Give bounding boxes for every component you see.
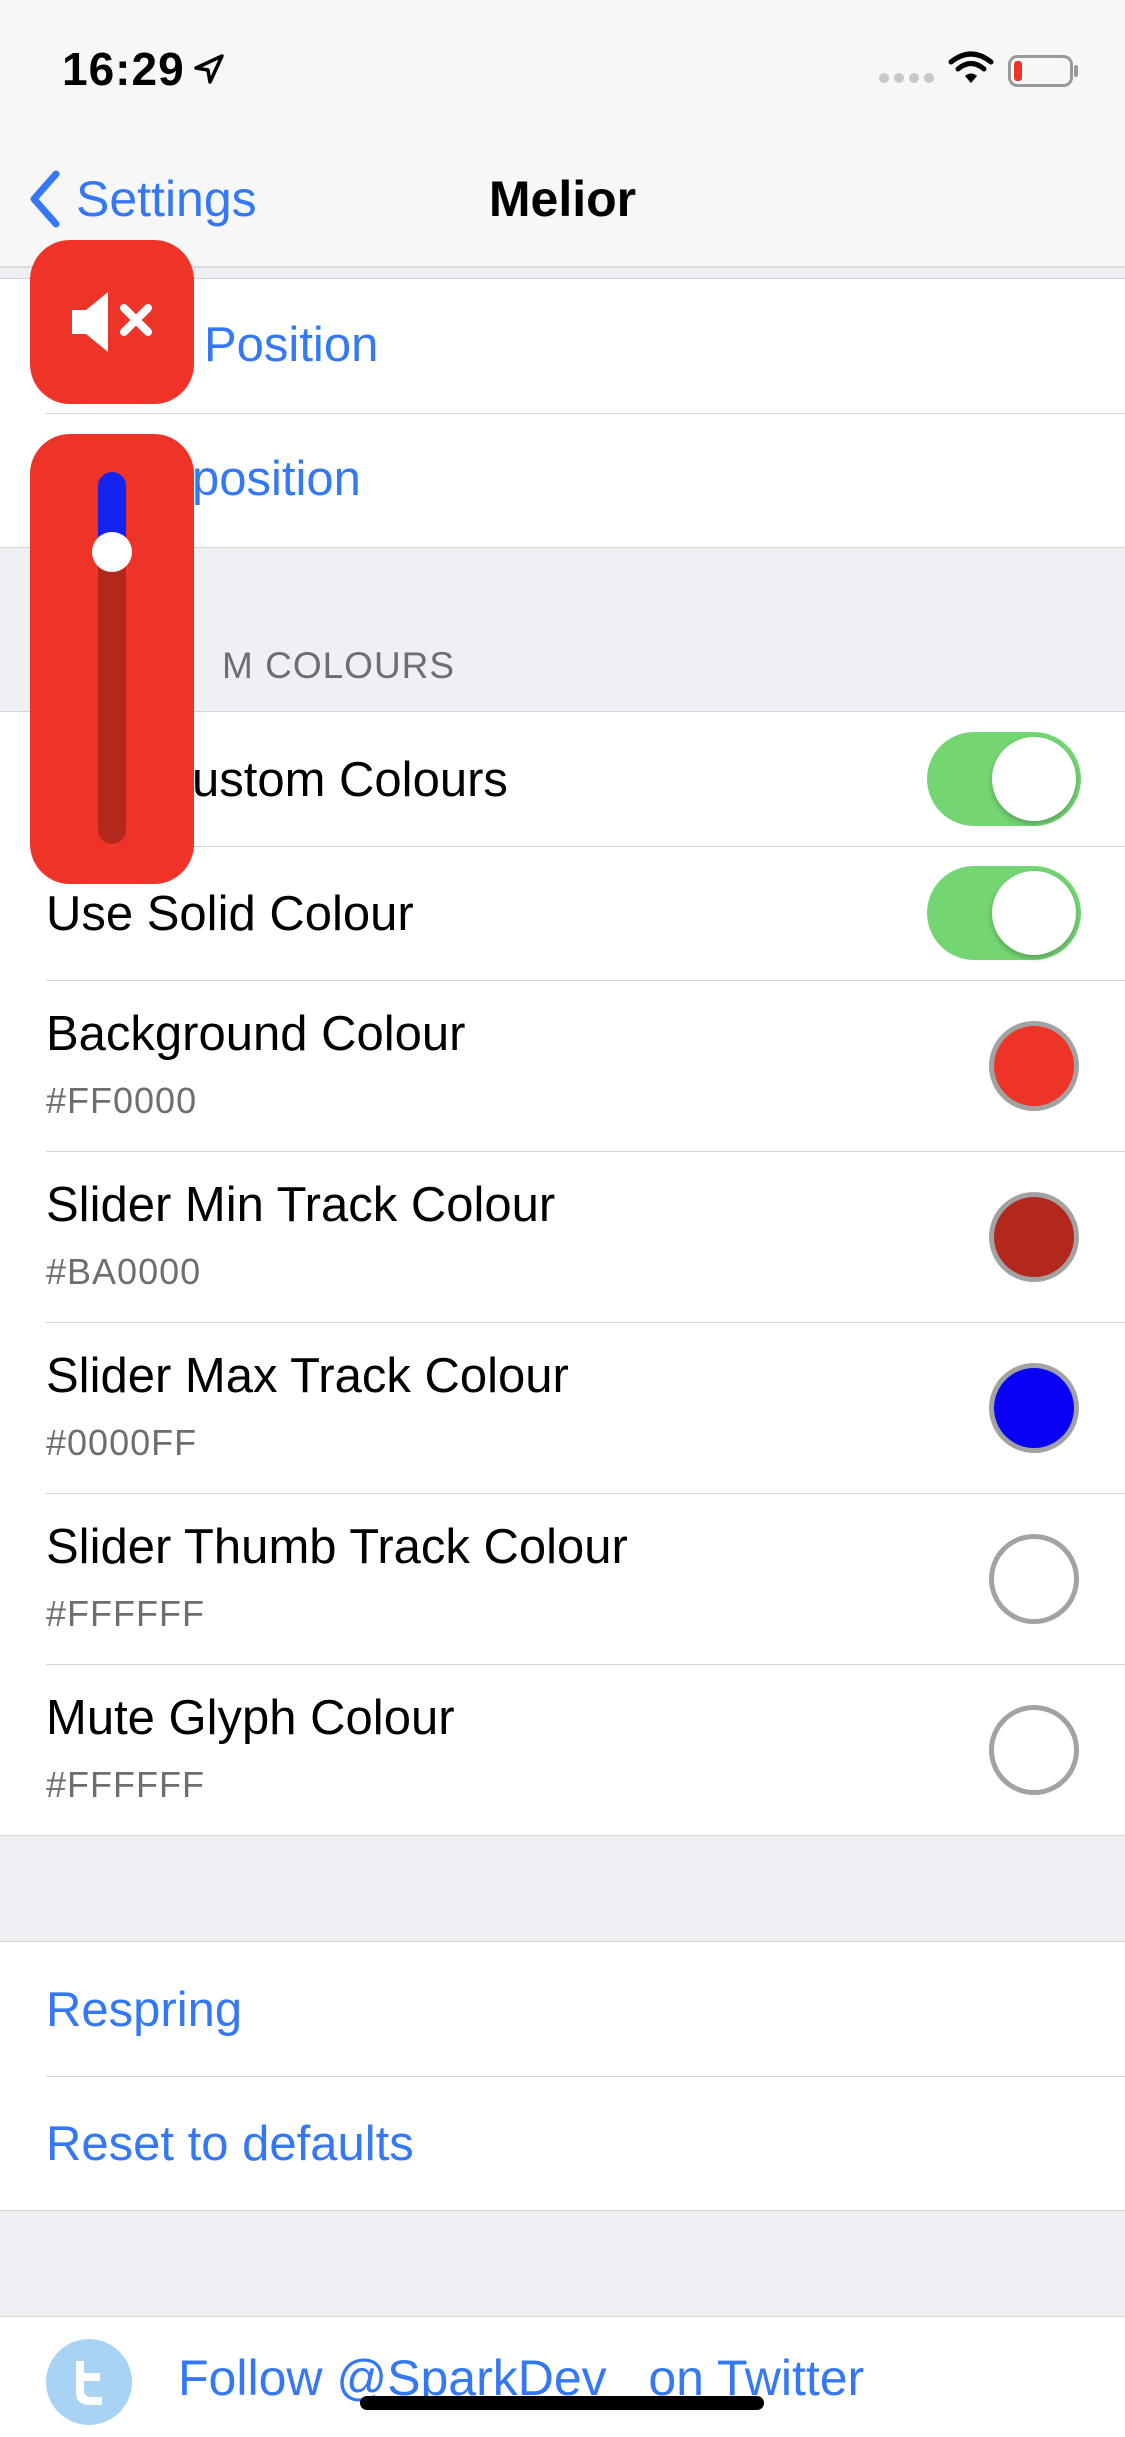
actions-group: Respring Reset to defaults <box>0 1941 1125 2211</box>
colour-hex: #FFFFFF <box>46 1593 205 1634</box>
colour-row-thumb-track[interactable]: Slider Thumb Track Colour #FFFFFF <box>0 1493 1125 1664</box>
respring-label: Respring <box>46 1983 243 2037</box>
section-header-custom-colours: M COLOURS <box>222 645 456 686</box>
colour-row-min-track[interactable]: Slider Min Track Colour #BA0000 <box>0 1151 1125 1322</box>
colour-row-background[interactable]: Background Colour #FF0000 <box>0 980 1125 1151</box>
colour-hex: #FF0000 <box>46 1080 198 1121</box>
battery-icon <box>1008 55 1078 87</box>
position-label: Position <box>204 318 379 372</box>
colour-label: Slider Min Track Colour <box>46 1178 556 1232</box>
status-bar: 16:29 <box>0 0 1125 140</box>
wifi-icon <box>948 51 994 83</box>
position-label-2: position <box>192 452 361 506</box>
home-indicator <box>360 2396 764 2410</box>
colour-hex: #BA0000 <box>46 1251 202 1292</box>
colour-swatch[interactable] <box>989 1192 1079 1282</box>
toggle-knob <box>992 871 1076 955</box>
colour-label: Mute Glyph Colour <box>46 1691 455 1745</box>
colour-label: Slider Max Track Colour <box>46 1349 569 1403</box>
signal-icon <box>879 73 934 83</box>
colour-hex: #FFFFFF <box>46 1764 205 1805</box>
colour-swatch[interactable] <box>989 1363 1079 1453</box>
reset-label: Reset to defaults <box>46 2117 414 2171</box>
reset-defaults-button[interactable]: Reset to defaults <box>0 2076 1125 2210</box>
slider-thumb[interactable] <box>92 532 132 572</box>
colour-row-mute-glyph[interactable]: Mute Glyph Colour #FFFFFF <box>0 1664 1125 1835</box>
mute-button[interactable] <box>30 240 194 404</box>
speaker-muted-icon <box>72 292 152 352</box>
status-time: 16:29 <box>62 43 185 95</box>
custom-colours-toggle[interactable] <box>927 732 1081 826</box>
solid-colour-toggle[interactable] <box>927 866 1081 960</box>
toggle-knob <box>992 737 1076 821</box>
custom-colours-label: ustom Colours <box>192 753 508 807</box>
colour-label: Background Colour <box>46 1007 466 1061</box>
page-title: Melior <box>488 171 637 227</box>
volume-slider[interactable] <box>30 434 194 884</box>
colour-hex: #0000FF <box>46 1422 198 1463</box>
location-arrow-icon <box>194 54 224 84</box>
colour-swatch[interactable] <box>989 1021 1079 1111</box>
respring-button[interactable]: Respring <box>0 1942 1125 2076</box>
colour-swatch[interactable] <box>989 1705 1079 1795</box>
twitter-follow-row[interactable]: Follow @SparkDev_ on Twitter <box>0 2316 1125 2437</box>
twitter-icon <box>46 2339 132 2425</box>
solid-colour-label: Use Solid Colour <box>46 887 414 941</box>
colour-label: Slider Thumb Track Colour <box>46 1520 628 1574</box>
colour-swatch[interactable] <box>989 1534 1079 1624</box>
colour-row-max-track[interactable]: Slider Max Track Colour #0000FF <box>0 1322 1125 1493</box>
